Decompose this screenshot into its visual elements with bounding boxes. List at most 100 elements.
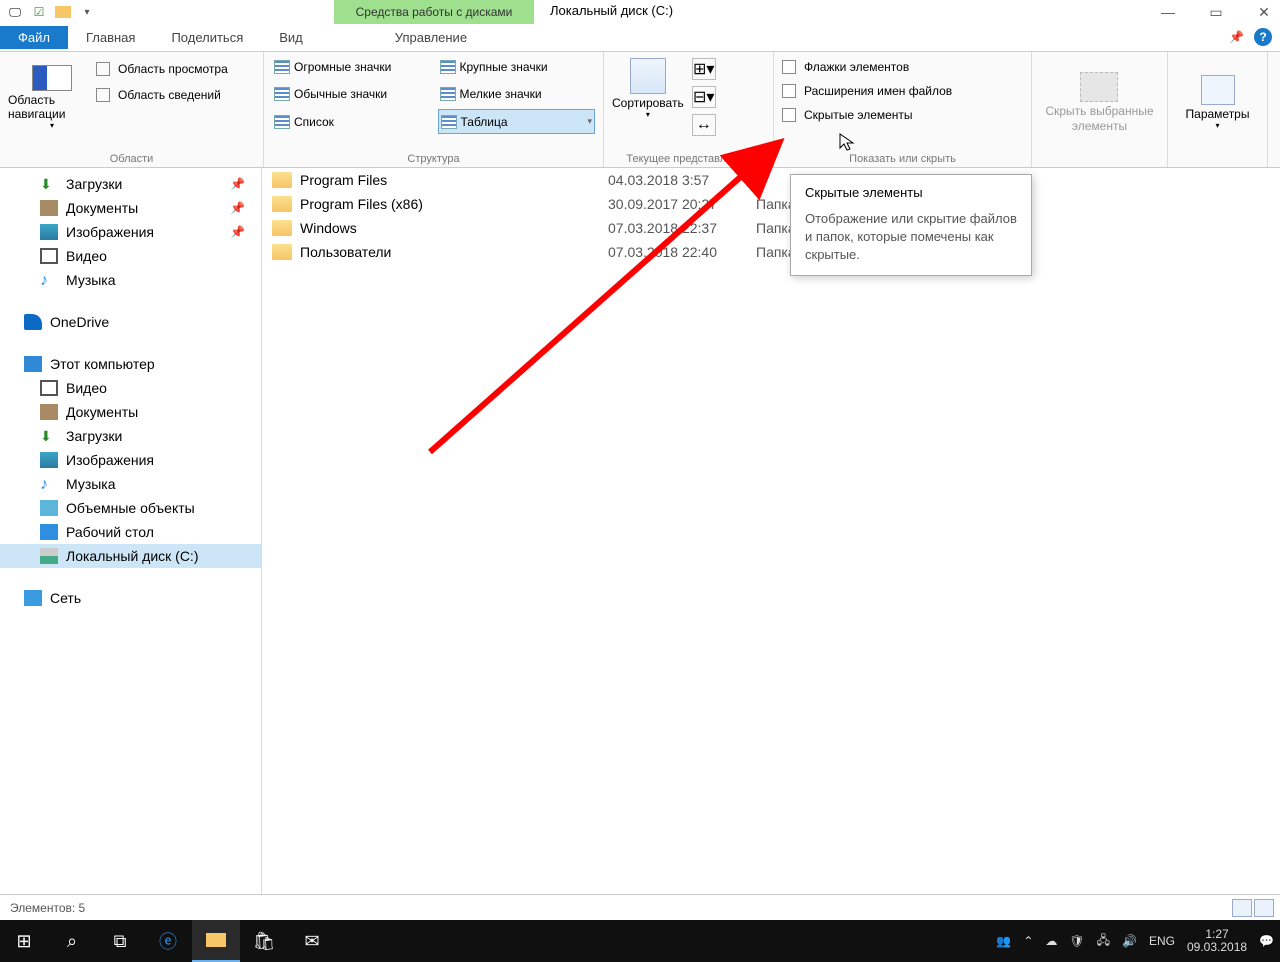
group-label-sort: Текущее представление	[604, 153, 773, 165]
layout-medium[interactable]: Обычные значки	[272, 83, 430, 106]
hidden-items-toggle[interactable]: Скрытые элементы	[782, 108, 1023, 122]
layout-details[interactable]: Таблица▾	[438, 109, 596, 134]
ribbon-group-show-hide: Флажки элементов Расширения имен файлов …	[774, 52, 1032, 167]
context-tab-drive-tools[interactable]: Средства работы с дисками	[334, 0, 534, 24]
tab-manage[interactable]: Управление	[377, 26, 485, 49]
taskbar[interactable]: ⊞ ⌕ ⧉ ⓔ 🛍 ✉ 👥 ⌃ ☁ 🛡 🖧 🔊 ENG 1:27 09.03.2…	[0, 920, 1280, 962]
file-date: 07.03.2018 22:40	[608, 244, 748, 260]
titlebar: 🖵 ☑ ▾ Средства работы с дисками Локальны…	[0, 0, 1280, 24]
group-by-button[interactable]: ⊟▾	[692, 86, 716, 108]
tray-notifications-icon[interactable]: 💬	[1259, 934, 1274, 948]
minimize-button[interactable]: —	[1156, 0, 1180, 24]
size-columns-button[interactable]: ↔	[692, 114, 716, 136]
file-date: 07.03.2018 22:37	[608, 220, 748, 236]
layout-small[interactable]: Мелкие значки	[438, 83, 596, 106]
qat-folder-icon[interactable]	[54, 3, 72, 21]
navigation-sidebar[interactable]: Загрузки📌 Документы📌 Изображения📌 Видео …	[0, 168, 262, 894]
sidebar-item-pc-music[interactable]: Музыка	[0, 472, 261, 496]
add-columns-button[interactable]: ⊞▾	[692, 58, 716, 80]
ribbon-group-hide: Скрыть выбранные элементы	[1032, 52, 1168, 167]
sidebar-item-pc-3d-objects[interactable]: Объемные объекты	[0, 496, 261, 520]
ribbon-group-layout: Огромные значки Крупные значки Обычные з…	[264, 52, 604, 167]
tooltip-title: Скрытые элементы	[805, 185, 1017, 200]
options-button[interactable]: Параметры▾	[1186, 75, 1250, 130]
maximize-button[interactable]: ▭	[1204, 0, 1228, 24]
taskbar-store[interactable]: 🛍	[240, 920, 288, 962]
sidebar-item-pc-videos[interactable]: Видео	[0, 376, 261, 400]
taskbar-explorer[interactable]	[192, 920, 240, 962]
sidebar-item-pc-downloads[interactable]: Загрузки	[0, 424, 261, 448]
sidebar-item-pc-pictures[interactable]: Изображения	[0, 448, 261, 472]
layout-list[interactable]: Список	[272, 109, 430, 134]
sidebar-item-network[interactable]: Сеть	[0, 586, 261, 610]
sidebar-item-local-disk-c[interactable]: Локальный диск (C:)	[0, 544, 261, 568]
tray-people-icon[interactable]: 👥	[996, 934, 1011, 948]
sidebar-item-downloads[interactable]: Загрузки📌	[0, 172, 261, 196]
task-view-button[interactable]: ⧉	[96, 920, 144, 962]
tray-network-icon[interactable]: 🖧	[1097, 931, 1110, 952]
folder-icon	[272, 196, 292, 212]
navigation-pane-button[interactable]: Область навигации ▾	[8, 56, 96, 138]
details-pane-toggle[interactable]: Область сведений	[96, 88, 228, 102]
tab-view[interactable]: Вид	[261, 26, 321, 49]
file-date: 04.03.2018 3:57	[608, 172, 748, 188]
tray-defender-icon[interactable]: 🛡	[1069, 934, 1084, 948]
tab-share[interactable]: Поделиться	[153, 26, 261, 49]
tray-onedrive-icon[interactable]: ☁	[1045, 934, 1057, 948]
navigation-pane-label: Область навигации	[8, 93, 96, 121]
tray-language[interactable]: ENG	[1149, 934, 1175, 948]
layout-extra-large[interactable]: Огромные значки	[272, 56, 430, 79]
sidebar-item-this-pc[interactable]: Этот компьютер	[0, 352, 261, 376]
ribbon-group-areas: Область навигации ▾ Область просмотра Об…	[0, 52, 264, 167]
item-checkboxes-toggle[interactable]: Флажки элементов	[782, 60, 1023, 74]
tray-chevron-icon[interactable]: ⌃	[1023, 934, 1033, 948]
status-bar: Элементов: 5	[0, 894, 1280, 920]
view-thumbnails-button[interactable]	[1254, 899, 1274, 917]
qat-properties-icon[interactable]: ☑	[30, 3, 48, 21]
qat-dropdown-icon[interactable]: ▾	[78, 3, 96, 21]
ribbon-group-current-view: Сортировать▾ ⊞▾ ⊟▾ ↔ Текущее представлен…	[604, 52, 774, 167]
taskbar-edge[interactable]: ⓔ	[144, 920, 192, 962]
layout-large[interactable]: Крупные значки	[438, 56, 596, 79]
file-name: Windows	[300, 220, 600, 236]
help-button[interactable]: ?	[1254, 28, 1272, 46]
tray-volume-icon[interactable]: 🔊	[1122, 934, 1137, 948]
preview-pane-toggle[interactable]: Область просмотра	[96, 62, 228, 76]
sidebar-item-music[interactable]: Музыка	[0, 268, 261, 292]
file-row[interactable]: Windows07.03.2018 22:37Папка	[262, 216, 1280, 240]
pin-ribbon-icon[interactable]: 📌	[1229, 30, 1244, 44]
view-details-button[interactable]	[1232, 899, 1252, 917]
start-button[interactable]: ⊞	[0, 920, 48, 962]
sidebar-item-onedrive[interactable]: OneDrive	[0, 310, 261, 334]
tab-file[interactable]: Файл	[0, 26, 68, 49]
taskbar-mail[interactable]: ✉	[288, 920, 336, 962]
sidebar-item-videos[interactable]: Видео	[0, 244, 261, 268]
file-row[interactable]: Program Files (x86)30.09.2017 20:27Папка	[262, 192, 1280, 216]
group-label-areas: Области	[0, 153, 263, 165]
file-date: 30.09.2017 20:27	[608, 196, 748, 212]
folder-icon	[272, 244, 292, 260]
hide-selected-button[interactable]: Скрыть выбранные элементы	[1045, 72, 1153, 133]
sort-button[interactable]: Сортировать▾	[612, 58, 684, 119]
file-name: Program Files	[300, 172, 600, 188]
folder-icon	[272, 220, 292, 236]
qat-system-icon[interactable]: 🖵	[6, 3, 24, 21]
sidebar-item-documents[interactable]: Документы📌	[0, 196, 261, 220]
tab-home[interactable]: Главная	[68, 26, 153, 49]
sidebar-item-pc-documents[interactable]: Документы	[0, 400, 261, 424]
status-item-count: Элементов: 5	[10, 901, 85, 915]
tooltip-hidden-items: Скрытые элементы Отображение или скрытие…	[790, 174, 1032, 276]
file-row[interactable]: Пользователи07.03.2018 22:40Папка	[262, 240, 1280, 264]
search-button[interactable]: ⌕	[48, 920, 96, 962]
file-extensions-toggle[interactable]: Расширения имен файлов	[782, 84, 1023, 98]
sidebar-item-pc-desktop[interactable]: Рабочий стол	[0, 520, 261, 544]
ribbon-tabs: Файл Главная Поделиться Вид Управление 📌…	[0, 24, 1280, 52]
file-name: Program Files (x86)	[300, 196, 600, 212]
window-title: Локальный диск (C:)	[550, 3, 673, 18]
file-list[interactable]: Program Files04.03.2018 3:57Program File…	[262, 168, 1280, 894]
sidebar-item-pictures[interactable]: Изображения📌	[0, 220, 261, 244]
close-button[interactable]: ✕	[1252, 0, 1276, 24]
ribbon-group-options: Параметры▾	[1168, 52, 1268, 167]
file-row[interactable]: Program Files 04.03.2018 3:57	[262, 168, 1280, 192]
tray-clock[interactable]: 1:27 09.03.2018	[1187, 928, 1247, 954]
